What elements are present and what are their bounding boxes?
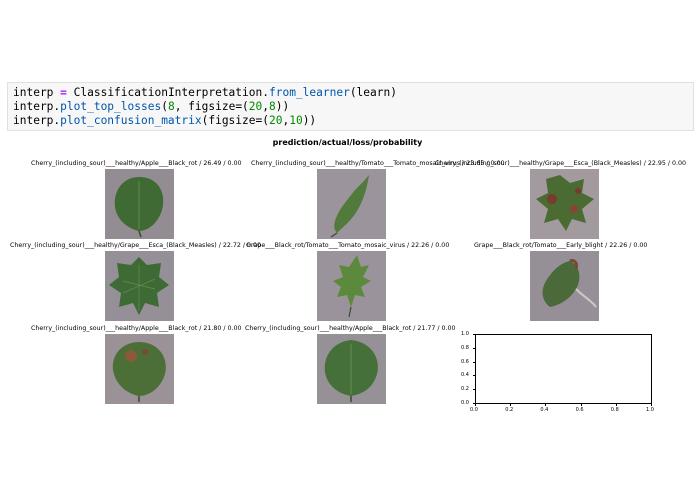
leaf-image-drawing (317, 334, 386, 404)
code-token: 8 (269, 100, 276, 113)
code-token: 20 (248, 100, 263, 113)
y-tick-mark (473, 375, 475, 377)
code-token: (learn) (349, 86, 397, 99)
leaf-image (105, 169, 174, 239)
y-tick-mark (473, 389, 475, 391)
leaf-image-drawing (317, 169, 386, 239)
code-token: (figsize=( (201, 114, 269, 127)
code-token: 8 (167, 100, 175, 113)
x-tick-label: 0.6 (575, 407, 584, 413)
code-token: )) (302, 114, 317, 127)
code-token: from_learner (268, 86, 350, 99)
code-token: plot_top_losses (60, 100, 162, 113)
x-tick-label: 0.4 (540, 407, 549, 413)
code-token: ClassificationInterpretation. (66, 86, 269, 99)
image-caption: Cherry_(including_sour)___healthy/Apple_… (31, 160, 242, 167)
code-token: , figsize=( (174, 100, 249, 113)
leaf-image (105, 334, 174, 404)
x-tick-label: 1.0 (646, 407, 654, 413)
leaf-image-drawing (317, 251, 386, 321)
x-tick-mark (580, 404, 582, 406)
empty-axes (475, 334, 652, 404)
y-tick-label: 1.0 (461, 331, 469, 337)
leaf-image (317, 334, 386, 404)
leaf-image-drawing (105, 251, 174, 321)
code-token: interp. (13, 100, 61, 113)
y-tick-label: 0.6 (461, 358, 469, 365)
leaf-image-drawing (105, 169, 174, 239)
image-caption: Cherry_(including_sour)___healthy/Grape_… (435, 160, 686, 167)
code-token: 20 (268, 114, 283, 127)
x-tick-label: 0.8 (610, 407, 619, 413)
code-token: ( (161, 100, 168, 113)
y-tick-label: 0.4 (461, 372, 469, 379)
code-token: )) (275, 100, 290, 113)
y-tick-mark (473, 334, 475, 335)
y-tick-label: 0.2 (461, 386, 469, 393)
code-token: plot_confusion_matrix (60, 114, 202, 127)
y-tick-label: 0.8 (461, 344, 469, 351)
code-token: interp. (13, 114, 61, 127)
code-token: = (60, 86, 67, 99)
image-caption: Cherry_(including_sour)___healthy/Grape_… (10, 242, 261, 249)
leaf-image (317, 251, 386, 321)
x-tick-label: 0.0 (470, 407, 478, 413)
x-tick-mark (545, 404, 547, 406)
x-tick-mark (615, 404, 617, 406)
x-tick-label: 0.2 (505, 407, 514, 413)
figure-title: prediction/actual/loss/probability (272, 138, 423, 147)
x-tick-mark (510, 404, 512, 406)
code-token: interp (13, 86, 61, 99)
leaf-image (530, 169, 599, 239)
leaf-image (530, 251, 599, 321)
y-tick-mark (473, 347, 475, 349)
y-tick-label: 0.0 (461, 400, 469, 406)
leaf-image-drawing (530, 251, 599, 321)
image-caption: Grape___Black_rot/Tomato___Tomato_mosaic… (246, 242, 450, 249)
leaf-image-drawing (530, 169, 599, 239)
image-caption: Grape___Black_rot/Tomato___Early_blight … (474, 242, 648, 249)
code-cell[interactable]: interp = ClassificationInterpretation.fr… (7, 82, 694, 131)
code-token: 10 (289, 114, 303, 127)
leaf-image-drawing (105, 334, 174, 404)
y-tick-mark (473, 361, 475, 363)
image-caption: Cherry_(including_sour)___healthy/Apple_… (31, 325, 242, 332)
x-tick-mark (651, 404, 652, 406)
leaf-image (317, 169, 386, 239)
code-line-3: interp.plot_confusion_matrix(figsize=(20… (13, 114, 693, 128)
code-line-1: interp = ClassificationInterpretation.fr… (13, 86, 693, 100)
leaf-image (105, 251, 174, 321)
y-tick-mark (473, 403, 475, 404)
code-line-2: interp.plot_top_losses(8, figsize=(20,8)… (13, 100, 693, 114)
image-caption: Cherry_(including_sour)___healthy/Apple_… (245, 325, 456, 332)
x-tick-mark (475, 404, 476, 406)
